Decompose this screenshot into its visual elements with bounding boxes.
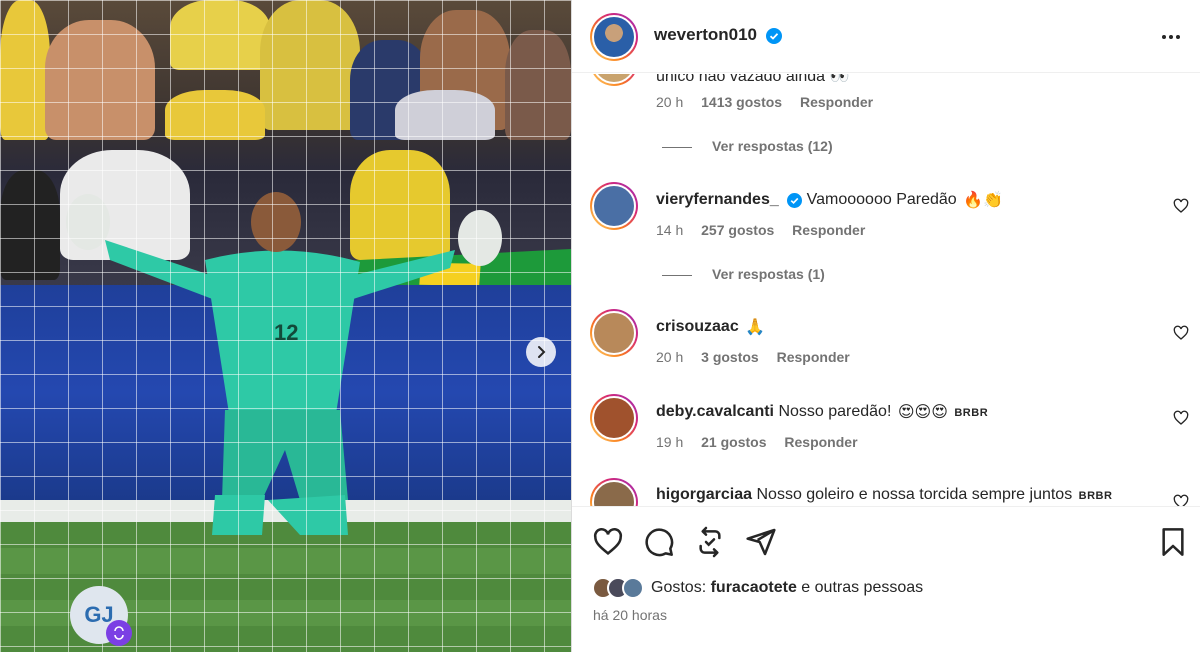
- repost-icon[interactable]: [694, 526, 726, 558]
- post-sidebar: weverton010 único não vazado ainda 👀 20 …: [571, 0, 1200, 652]
- likes-text: Gostos: furacaotete e outras pessoas: [651, 579, 923, 597]
- repost-small-icon: [114, 626, 124, 640]
- chevron-right-icon: [538, 346, 546, 358]
- comment-likes[interactable]: 257 gostos: [701, 222, 774, 238]
- post-actions: Gostos: furacaotete e outras pessoas há …: [572, 506, 1200, 652]
- likes-suffix[interactable]: e outras pessoas: [801, 579, 923, 596]
- liker-username[interactable]: furacaotete: [711, 579, 797, 596]
- comment-body: único não vazado ainda 👀: [656, 74, 850, 85]
- next-media-button[interactable]: [526, 337, 556, 367]
- comment-time: 20 h: [656, 349, 684, 365]
- liker-avatar[interactable]: [622, 577, 644, 599]
- comment-likes[interactable]: 1413 gostos: [701, 94, 782, 110]
- reply-button[interactable]: Responder: [784, 434, 857, 450]
- comment-icon[interactable]: [643, 526, 675, 558]
- reply-button[interactable]: Responder: [792, 222, 865, 238]
- commenter-avatar[interactable]: [590, 394, 638, 442]
- reply-button[interactable]: Responder: [777, 349, 850, 365]
- author-username[interactable]: weverton010: [654, 25, 757, 44]
- likes-summary: Gostos: furacaotete e outras pessoas: [592, 577, 923, 599]
- author-username-row: weverton010: [654, 25, 782, 45]
- comment-text: crisouzaac 🙏: [656, 317, 765, 337]
- post-timestamp: há 20 horas: [593, 607, 667, 623]
- comment-likes[interactable]: 21 gostos: [701, 434, 766, 450]
- comment-time: 19 h: [656, 434, 684, 450]
- goal-net: [0, 0, 571, 652]
- comments-list[interactable]: único não vazado ainda 👀 20 h 1413 gosto…: [572, 74, 1200, 506]
- post-media[interactable]: 12 GJ: [0, 0, 571, 652]
- comment-text: higorgarciaa Nosso goleiro e nossa torci…: [656, 486, 1112, 504]
- comment-like-heart-icon[interactable]: [1173, 410, 1189, 426]
- post-viewer: 12 GJ weverton010: [0, 0, 1200, 652]
- verified-badge-icon: [765, 27, 782, 44]
- more-options-icon[interactable]: [1159, 25, 1183, 49]
- author-avatar[interactable]: [590, 13, 638, 61]
- view-replies-button[interactable]: Ver respostas (12): [662, 138, 833, 154]
- comment-text: deby.cavalcanti Nosso paredão! 😍😍😍 BRBR: [656, 402, 988, 422]
- comment-username[interactable]: vieryfernandes_: [656, 191, 779, 208]
- view-replies-button[interactable]: Ver respostas (1): [662, 266, 825, 282]
- commenter-avatar[interactable]: [590, 309, 638, 357]
- comment-body: Nosso paredão!: [778, 403, 892, 421]
- comment-meta: 19 h 21 gostos Responder: [656, 434, 872, 450]
- comment-username[interactable]: higorgarciaa: [656, 486, 752, 503]
- verified-badge-icon: [787, 192, 803, 208]
- commenter-avatar[interactable]: [590, 478, 638, 506]
- comment-like-heart-icon[interactable]: [1173, 494, 1189, 506]
- reply-button[interactable]: Responder: [800, 94, 873, 110]
- comment-time: 20 h: [656, 94, 684, 110]
- comment-text: único não vazado ainda 👀: [656, 74, 849, 86]
- heart-icon[interactable]: [592, 526, 624, 558]
- commenter-avatar[interactable]: [590, 74, 638, 86]
- comment-username[interactable]: deby.cavalcanti: [656, 403, 774, 420]
- comment-meta: 14 h 257 gostos Responder: [656, 222, 879, 238]
- comment-body: Vamoooooo Paredão: [806, 191, 957, 209]
- comment-body: Nosso goleiro e nossa torcida sempre jun…: [756, 486, 1073, 503]
- repost-badge: [106, 620, 132, 646]
- comment-meta: 20 h 3 gostos Responder: [656, 349, 864, 365]
- bookmark-icon[interactable]: [1157, 526, 1189, 558]
- post-header: weverton010: [572, 0, 1200, 73]
- comment-time: 14 h: [656, 222, 684, 238]
- comment-meta: 20 h 1413 gostos Responder: [656, 94, 887, 110]
- likes-prefix: Gostos:: [651, 579, 707, 596]
- heart-eyes-emoji: 😍😍😍: [897, 404, 948, 421]
- comment-like-heart-icon[interactable]: [1173, 198, 1189, 214]
- comment-likes[interactable]: 3 gostos: [701, 349, 759, 365]
- flag-emoji-text: BRBR: [954, 407, 989, 420]
- flag-emoji-text: BRBR: [1078, 490, 1113, 502]
- comment-username[interactable]: crisouzaac: [656, 318, 739, 335]
- comment-like-heart-icon[interactable]: [1173, 325, 1189, 341]
- comment-text: vieryfernandes_ Vamoooooo Paredão 🔥👏: [656, 190, 1003, 210]
- pray-emoji: 🙏: [745, 319, 766, 336]
- send-icon[interactable]: [745, 526, 777, 558]
- commenter-avatar[interactable]: [590, 182, 638, 230]
- fire-clap-emoji: 🔥👏: [963, 192, 1003, 209]
